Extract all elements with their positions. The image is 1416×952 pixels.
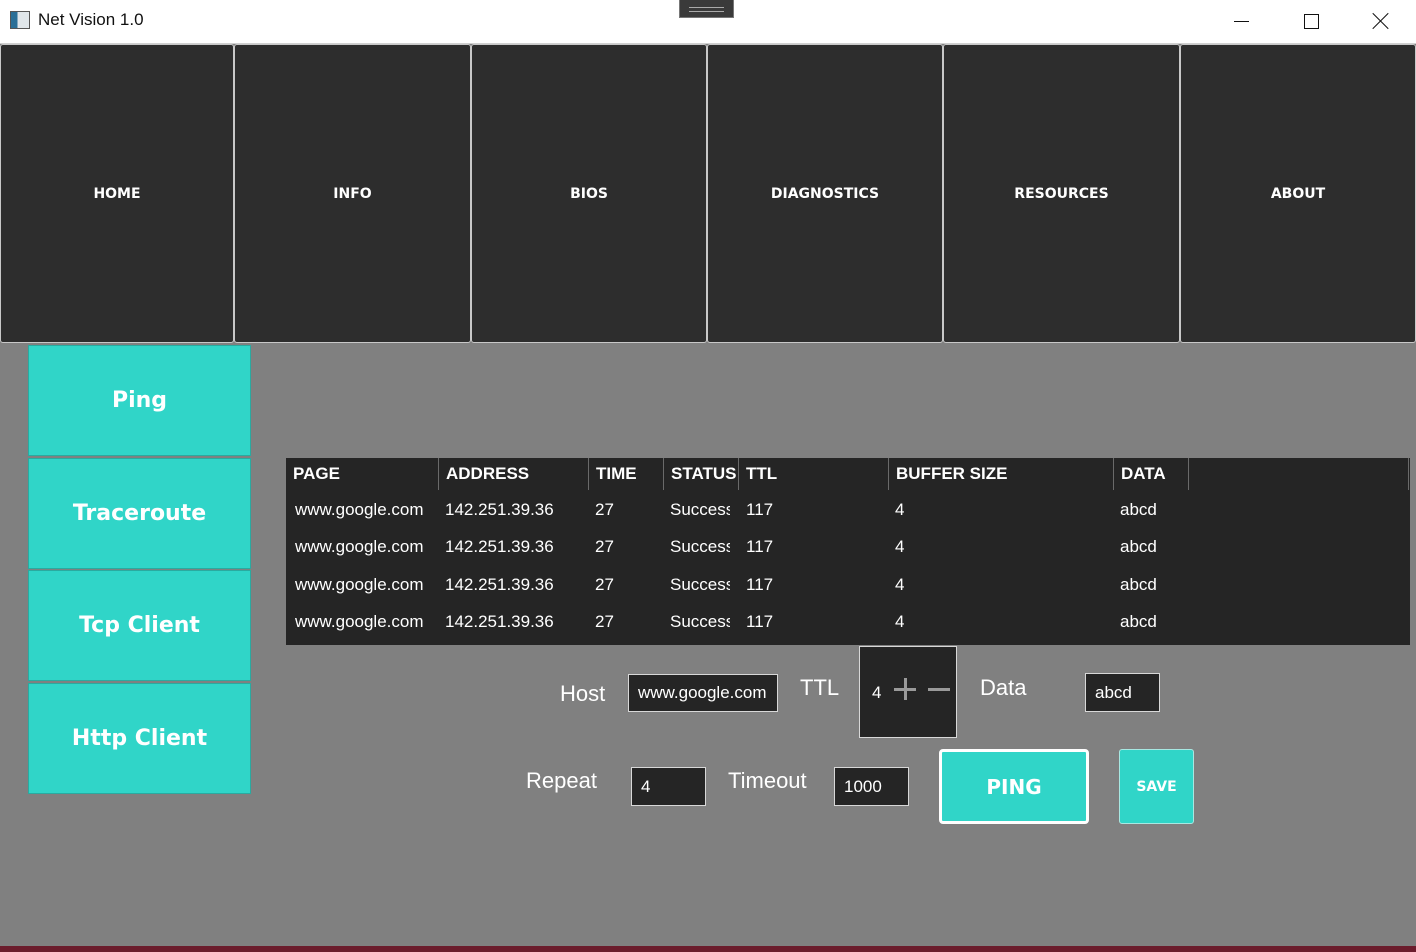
- minus-icon[interactable]: [928, 677, 952, 701]
- nav-home-button[interactable]: HOME: [0, 44, 234, 343]
- nav-info-button[interactable]: INFO: [234, 44, 471, 343]
- cell-time: 27: [595, 612, 614, 631]
- host-label: Host: [560, 681, 606, 706]
- cell-buffer-size: 4: [895, 537, 905, 556]
- save-button[interactable]: SAVE: [1119, 749, 1194, 824]
- table-row[interactable]: www.google.com 142.251.39.36 27 Success …: [286, 566, 1410, 603]
- repeat-input[interactable]: [631, 767, 706, 806]
- cell-address: 142.251.39.36: [445, 612, 554, 631]
- timeout-input[interactable]: [834, 767, 909, 806]
- cell-address: 142.251.39.36: [445, 537, 554, 556]
- ttl-label: TTL: [800, 675, 840, 700]
- nav-bios-button[interactable]: BIOS: [471, 44, 707, 343]
- drag-handle-icon[interactable]: [679, 0, 734, 18]
- cell-page: www.google.com: [295, 612, 424, 631]
- cell-data: abcd: [1120, 537, 1157, 556]
- column-header-address[interactable]: ADDRESS: [439, 458, 589, 490]
- column-header-filler: [1189, 458, 1409, 490]
- repeat-label: Repeat: [526, 768, 597, 793]
- cell-address: 142.251.39.36: [445, 500, 554, 519]
- cell-ttl: 117: [746, 500, 774, 519]
- cell-page: www.google.com: [295, 575, 424, 594]
- nav-resources-button[interactable]: RESOURCES: [943, 44, 1180, 343]
- nav-diagnostics-button[interactable]: DIAGNOSTICS: [707, 44, 943, 343]
- plus-icon[interactable]: [894, 677, 918, 701]
- table-row[interactable]: www.google.com 142.251.39.36 27 Success …: [286, 491, 1410, 528]
- minimize-icon: [1233, 20, 1249, 22]
- cell-buffer-size: 4: [895, 500, 905, 519]
- table-row[interactable]: www.google.com 142.251.39.36 27 Success …: [286, 528, 1410, 565]
- column-header-page[interactable]: PAGE: [286, 458, 439, 490]
- column-header-time[interactable]: TIME: [589, 458, 664, 490]
- column-header-buffer-size[interactable]: BUFFER SIZE: [889, 458, 1114, 490]
- cell-page: www.google.com: [295, 500, 424, 519]
- results-table[interactable]: PAGE ADDRESS TIME STATUS TTL BUFFER SIZE…: [286, 458, 1410, 645]
- cell-buffer-size: 4: [895, 612, 905, 631]
- ttl-stepper[interactable]: 4: [859, 646, 957, 738]
- table-header: PAGE ADDRESS TIME STATUS TTL BUFFER SIZE…: [286, 458, 1410, 490]
- minimize-button[interactable]: [1206, 0, 1276, 42]
- bottom-border: [0, 946, 1416, 952]
- top-navigation: HOME INFO BIOS DIAGNOSTICS RESOURCES ABO…: [0, 44, 1416, 344]
- cell-data: abcd: [1120, 500, 1157, 519]
- data-input[interactable]: [1085, 673, 1160, 712]
- column-header-data[interactable]: DATA: [1114, 458, 1189, 490]
- close-button[interactable]: [1346, 0, 1416, 42]
- side-ping-button[interactable]: Ping: [28, 345, 251, 456]
- timeout-label: Timeout: [728, 768, 807, 793]
- ping-button[interactable]: PING: [939, 749, 1089, 824]
- cell-time: 27: [595, 575, 614, 594]
- cell-ttl: 117: [746, 537, 774, 556]
- cell-status: Success: [670, 612, 730, 631]
- cell-address: 142.251.39.36: [445, 575, 554, 594]
- cell-ttl: 117: [746, 612, 774, 631]
- cell-ttl: 117: [746, 575, 774, 594]
- column-header-status[interactable]: STATUS: [664, 458, 739, 490]
- side-tcp-client-button[interactable]: Tcp Client: [28, 570, 251, 681]
- data-label: Data: [980, 675, 1027, 700]
- close-icon: [1372, 12, 1390, 30]
- cell-page: www.google.com: [295, 537, 424, 556]
- app-icon: [10, 11, 30, 29]
- window-title: Net Vision 1.0: [38, 10, 144, 29]
- nav-about-button[interactable]: ABOUT: [1180, 44, 1416, 343]
- title-bar: Net Vision 1.0: [0, 0, 1416, 44]
- host-input[interactable]: [628, 674, 778, 712]
- maximize-button[interactable]: [1276, 0, 1346, 42]
- cell-time: 27: [595, 500, 614, 519]
- cell-time: 27: [595, 537, 614, 556]
- cell-status: Success: [670, 575, 730, 594]
- cell-status: Success: [670, 537, 730, 556]
- side-traceroute-button[interactable]: Traceroute: [28, 458, 251, 569]
- column-header-ttl[interactable]: TTL: [739, 458, 889, 490]
- side-http-client-button[interactable]: Http Client: [28, 683, 251, 794]
- ttl-value: 4: [872, 683, 882, 702]
- maximize-icon: [1303, 13, 1319, 29]
- cell-status: Success: [670, 500, 730, 519]
- cell-data: abcd: [1120, 575, 1157, 594]
- table-row[interactable]: www.google.com 142.251.39.36 27 Success …: [286, 603, 1410, 640]
- cell-data: abcd: [1120, 612, 1157, 631]
- cell-buffer-size: 4: [895, 575, 905, 594]
